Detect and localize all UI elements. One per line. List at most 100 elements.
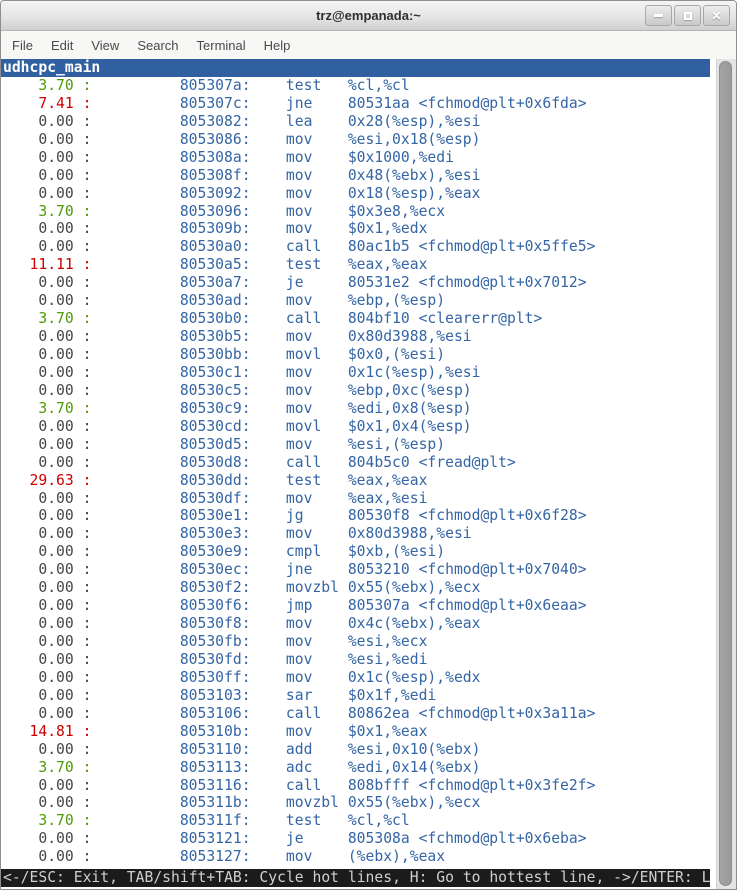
pct-colon: : [74,543,92,561]
asm-row[interactable]: 0.00 :805309b:mov$0x1,%edx [1,220,710,238]
asm-row[interactable]: 0.00 :80530df:mov%eax,%esi [1,490,710,508]
asm-row[interactable]: 0.00 :80530d8:call804b5c0 <fread@plt> [1,454,710,472]
mnemonic-cell: movzbl [251,579,348,597]
operands-cell: 0x1c(%esp),%edx [348,669,481,687]
terminal-content: udhcpc_main 3.70 :805307a:test%cl,%cl7.4… [1,59,710,889]
asm-row[interactable]: 0.00 :8053110:add%esi,0x10(%ebx) [1,741,710,759]
asm-row[interactable]: 0.00 :80530a0:call80ac1b5 <fchmod@plt+0x… [1,238,710,256]
asm-row[interactable]: 3.70 :80530c9:mov%edi,0x8(%esp) [1,400,710,418]
operands-cell: %edi,0x14(%ebx) [348,759,481,777]
asm-row[interactable]: 0.00 :8053116:call808bfff <fchmod@plt+0x… [1,777,710,795]
asm-row[interactable]: 0.00 :80530f8:mov0x4c(%ebx),%eax [1,615,710,633]
asm-row[interactable]: 0.00 :80530e9:cmpl$0xb,(%esi) [1,543,710,561]
asm-row[interactable]: 3.70 :80530b0:call804bf10 <clearerr@plt> [1,310,710,328]
pct-cell: 0.00 [3,113,74,131]
asm-row[interactable]: 0.00 :8053092:mov0x18(%esp),%eax [1,185,710,203]
pct-cell: 0.00 [3,346,74,364]
operands-cell: %eax,%eax [348,472,428,490]
mnemonic-cell: mov [251,185,348,203]
asm-row[interactable]: 0.00 :8053103:sar$0x1f,%edi [1,687,710,705]
address-cell: 80530c5: [91,382,250,400]
mnemonic-cell: add [251,741,348,759]
scrollbar-thumb[interactable] [719,61,732,886]
operands-cell: %esi,0x10(%ebx) [348,741,481,759]
menu-item-file[interactable]: File [3,33,42,58]
asm-row[interactable]: 0.00 :80530fd:mov%esi,%edi [1,651,710,669]
asm-row[interactable]: 0.00 :80530ec:jne8053210 <fchmod@plt+0x7… [1,561,710,579]
pct-colon: : [74,310,92,328]
asm-row[interactable]: 0.00 :8053127:mov(%ebx),%eax [1,848,710,866]
scrollbar[interactable] [716,59,736,889]
address-cell: 80530bb: [91,346,250,364]
asm-row[interactable]: 0.00 :80530ff:mov0x1c(%esp),%edx [1,669,710,687]
mnemonic-cell: mov [251,400,348,418]
asm-row[interactable]: 0.00 :80530cd:movl$0x1,0x4(%esp) [1,418,710,436]
asm-row[interactable]: 0.00 :80530c1:mov0x1c(%esp),%esi [1,364,710,382]
pct-colon: : [74,687,92,705]
pct-colon: : [74,633,92,651]
pct-cell: 0.00 [3,131,74,149]
asm-row[interactable]: 3.70 :8053096:mov$0x3e8,%ecx [1,203,710,221]
asm-row[interactable]: 11.11 :80530a5:test%eax,%eax [1,256,710,274]
asm-row[interactable]: 0.00 :80530e3:mov0x80d3988,%esi [1,525,710,543]
mnemonic-cell: mov [251,615,348,633]
operands-cell: 804bf10 <clearerr@plt> [348,310,543,328]
titlebar[interactable]: trz@empanada:~ ✕ [1,1,736,31]
asm-row[interactable]: 0.00 :80530d5:mov%esi,(%esp) [1,436,710,454]
menu-item-search[interactable]: Search [128,33,187,58]
asm-row[interactable]: 0.00 :80530f2:movzbl0x55(%ebx),%ecx [1,579,710,597]
asm-row[interactable]: 29.63 :80530dd:test%eax,%eax [1,472,710,490]
asm-row[interactable]: 0.00 :80530e1:jg80530f8 <fchmod@plt+0x6f… [1,507,710,525]
menu-item-edit[interactable]: Edit [42,33,82,58]
asm-row[interactable]: 14.81 :805310b:mov$0x1,%eax [1,723,710,741]
pct-cell: 3.70 [3,203,74,221]
pct-cell: 0.00 [3,705,74,723]
mnemonic-cell: mov [251,848,348,866]
mnemonic-cell: mov [251,669,348,687]
asm-row[interactable]: 0.00 :80530b5:mov0x80d3988,%esi [1,328,710,346]
maximize-button[interactable] [674,5,701,26]
asm-row[interactable]: 0.00 :805311b:movzbl0x55(%ebx),%ecx [1,794,710,812]
asm-row[interactable]: 0.00 :80530a7:je80531e2 <fchmod@plt+0x70… [1,274,710,292]
mnemonic-cell: mov [251,382,348,400]
address-cell: 80530b0: [91,310,250,328]
asm-row[interactable]: 0.00 :8053086:mov%esi,0x18(%esp) [1,131,710,149]
asm-row[interactable]: 0.00 :805308a:mov$0x1000,%edi [1,149,710,167]
asm-row[interactable]: 3.70 :8053113:adc%edi,0x14(%ebx) [1,759,710,777]
address-cell: 80530cd: [91,418,250,436]
asm-row[interactable]: 0.00 :8053121:je805308a <fchmod@plt+0x6e… [1,830,710,848]
asm-row[interactable]: 0.00 :80530f6:jmp805307a <fchmod@plt+0x6… [1,597,710,615]
mnemonic-cell: mov [251,328,348,346]
address-cell: 805311b: [91,794,250,812]
asm-row[interactable]: 0.00 :80530c5:mov%ebp,0xc(%esp) [1,382,710,400]
asm-row[interactable]: 0.00 :80530bb:movl$0x0,(%esi) [1,346,710,364]
operands-cell: %ebp,(%esp) [348,292,445,310]
pct-colon: : [74,185,92,203]
menu-item-help[interactable]: Help [255,33,300,58]
asm-row[interactable]: 0.00 :80530ad:mov%ebp,(%esp) [1,292,710,310]
menu-item-terminal[interactable]: Terminal [188,33,255,58]
mnemonic-cell: mov [251,364,348,382]
pct-colon: : [74,131,92,149]
minimize-button[interactable] [645,5,672,26]
asm-row[interactable]: 3.70 :805307a:test%cl,%cl [1,77,710,95]
asm-row[interactable]: 7.41 :805307c:jne80531aa <fchmod@plt+0x6… [1,95,710,113]
address-cell: 80530c9: [91,400,250,418]
asm-row[interactable]: 3.70 :805311f:test%cl,%cl [1,812,710,830]
close-button[interactable]: ✕ [703,5,730,26]
mnemonic-cell: mov [251,149,348,167]
operands-cell: 805307a <fchmod@plt+0x6eaa> [348,597,587,615]
asm-row[interactable]: 0.00 :805308f:mov0x48(%ebx),%esi [1,167,710,185]
pct-colon: : [74,382,92,400]
menu-item-view[interactable]: View [82,33,128,58]
asm-row[interactable]: 0.00 :8053106:call80862ea <fchmod@plt+0x… [1,705,710,723]
window-title: trz@empanada:~ [316,8,421,23]
address-cell: 8053082: [91,113,250,131]
asm-row[interactable]: 0.00 :80530fb:mov%esi,%ecx [1,633,710,651]
address-cell: 80530f8: [91,615,250,633]
asm-row[interactable]: 0.00 :8053082:lea0x28(%esp),%esi [1,113,710,131]
mnemonic-cell: sar [251,687,348,705]
pct-colon: : [74,848,92,866]
pct-cell: 0.00 [3,543,74,561]
operands-cell: %esi,(%esp) [348,436,445,454]
